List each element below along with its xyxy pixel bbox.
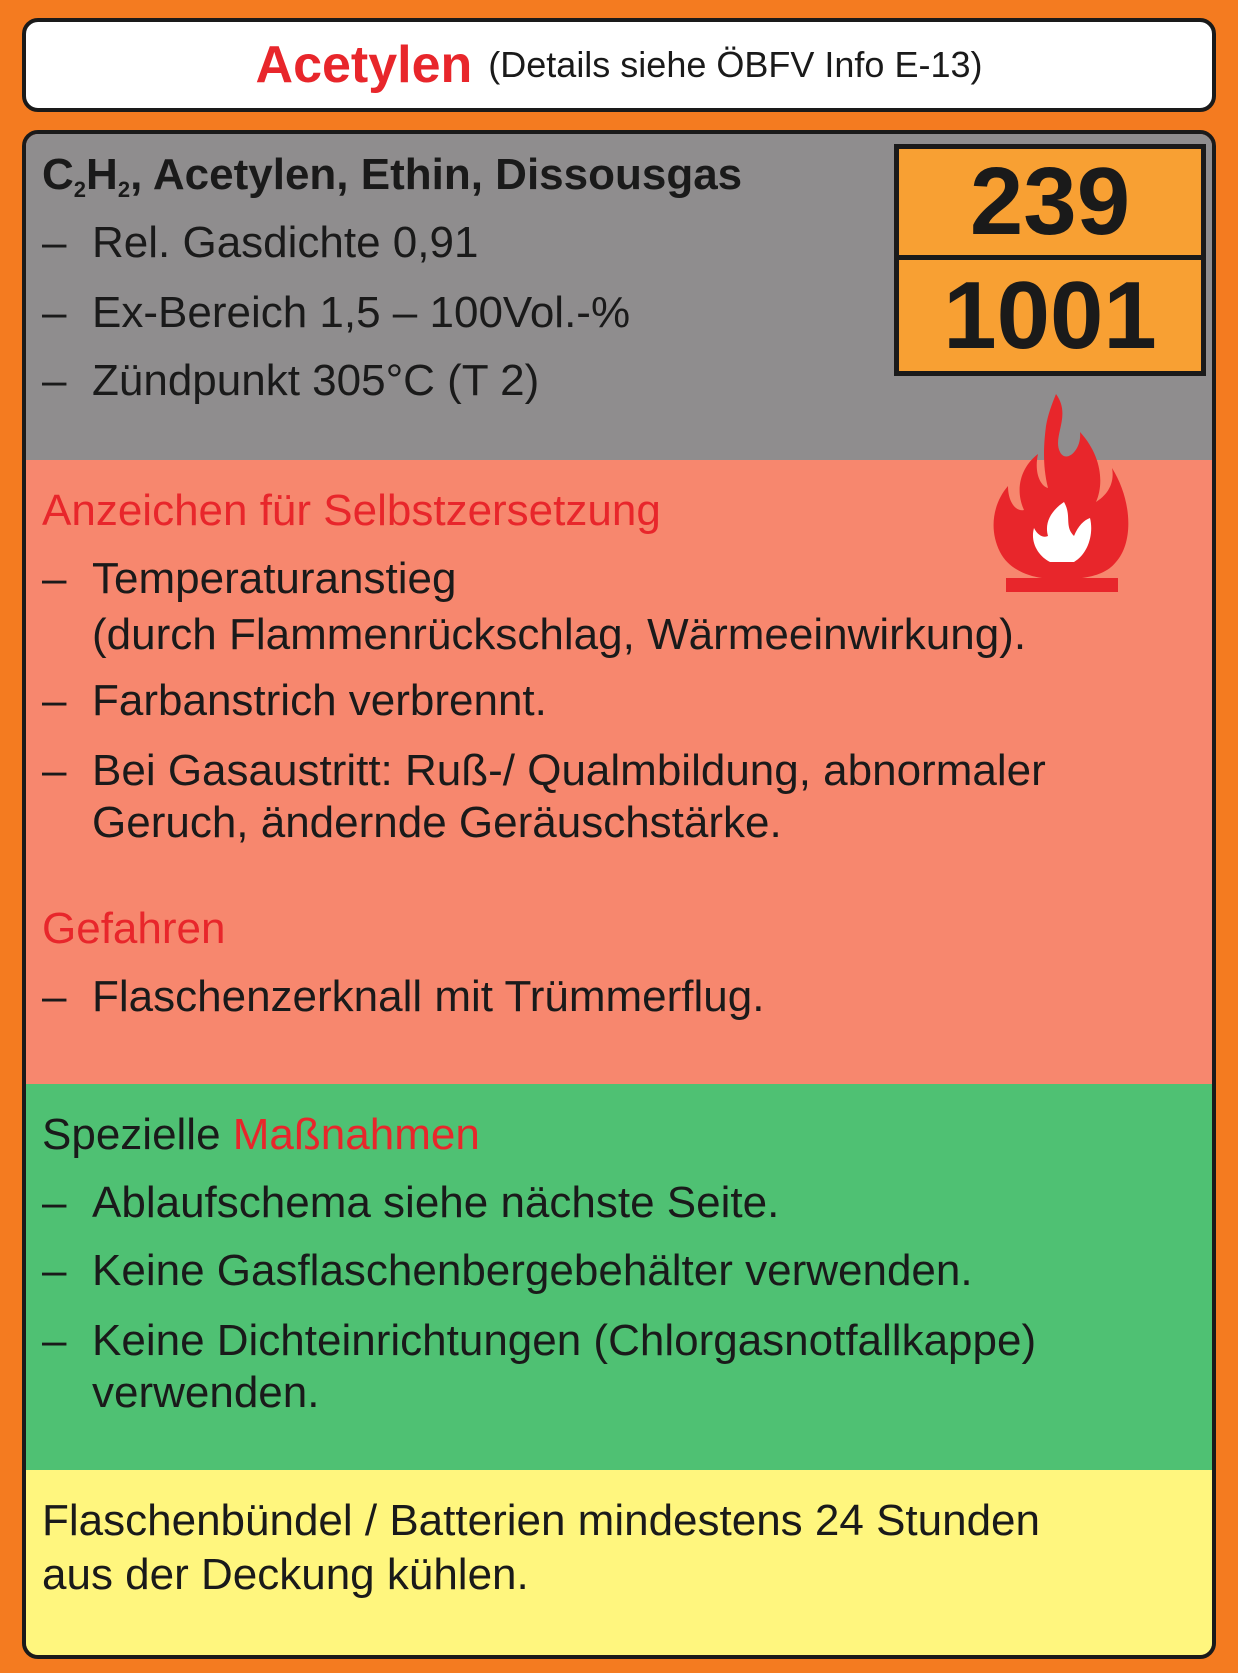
danger-item-explosion: – Flaschenzerknall mit Trümmerflug.: [42, 972, 765, 1021]
measures-heading: Spezielle Maßnahmen: [42, 1110, 480, 1159]
dangers-heading: Gefahren: [42, 904, 226, 953]
title-substance: Acetylen: [255, 36, 473, 94]
prop-ignition: – Zündpunkt 305°C (T 2): [42, 356, 540, 405]
cooling-note-section: Flaschenbündel / Batterien mindestens 24…: [26, 1470, 1212, 1655]
prop-density: – Rel. Gasdichte 0,91: [42, 218, 479, 267]
substance-heading: C2H2, Acetylen, Ethin, Dissousgas: [42, 150, 743, 202]
flammable-flame-icon: [993, 394, 1129, 592]
sign-item-temperature-cont: (durch Flammenrückschlag, Wärmeeinwirkun…: [92, 610, 1027, 659]
un-number: 1001: [943, 261, 1157, 369]
sign-item-gas-leak-cont: Geruch, ändernde Geräuschstärke.: [92, 798, 782, 847]
info-card: C2H2, Acetylen, Ethin, Dissousgas – Rel. …: [22, 130, 1216, 1659]
measure-item-sealing: – Keine Dichteinrichtungen (Chlorgasnotfa…: [42, 1316, 1037, 1365]
sign-item-gas-leak: – Bei Gasaustritt: Ruß-/ Qualmbildung, ab…: [42, 746, 1046, 795]
measure-item-containers: – Keine Gasflaschenbergebehälter verwende…: [42, 1246, 973, 1295]
note-line-1: Flaschenbündel / Batterien mindestens 24…: [42, 1496, 1040, 1545]
title-details: (Details siehe ÖBFV Info E-13): [488, 44, 983, 85]
measure-item-sealing-cont: verwenden.: [92, 1368, 320, 1417]
measures-section: Spezielle Maßnahmen – Ablaufschema siehe …: [26, 1084, 1212, 1470]
prop-ex-range: – Ex-Bereich 1,5 – 100Vol.-%: [42, 288, 631, 337]
note-line-2: aus der Deckung kühlen.: [42, 1550, 529, 1599]
hazard-number: 239: [899, 148, 1201, 260]
signs-heading: Anzeichen für Selbstzersetzung: [42, 486, 661, 535]
title-box: Acetylen (Details siehe ÖBFV Info E-13): [22, 18, 1216, 112]
sign-item-temperature: – Temperaturanstieg: [42, 554, 457, 603]
sign-item-paint: – Farbanstrich verbrennt.: [42, 676, 547, 725]
un-hazard-plate: 239 1001: [894, 144, 1206, 376]
measure-item-flowchart: – Ablaufschema siehe nächste Seite.: [42, 1178, 780, 1227]
